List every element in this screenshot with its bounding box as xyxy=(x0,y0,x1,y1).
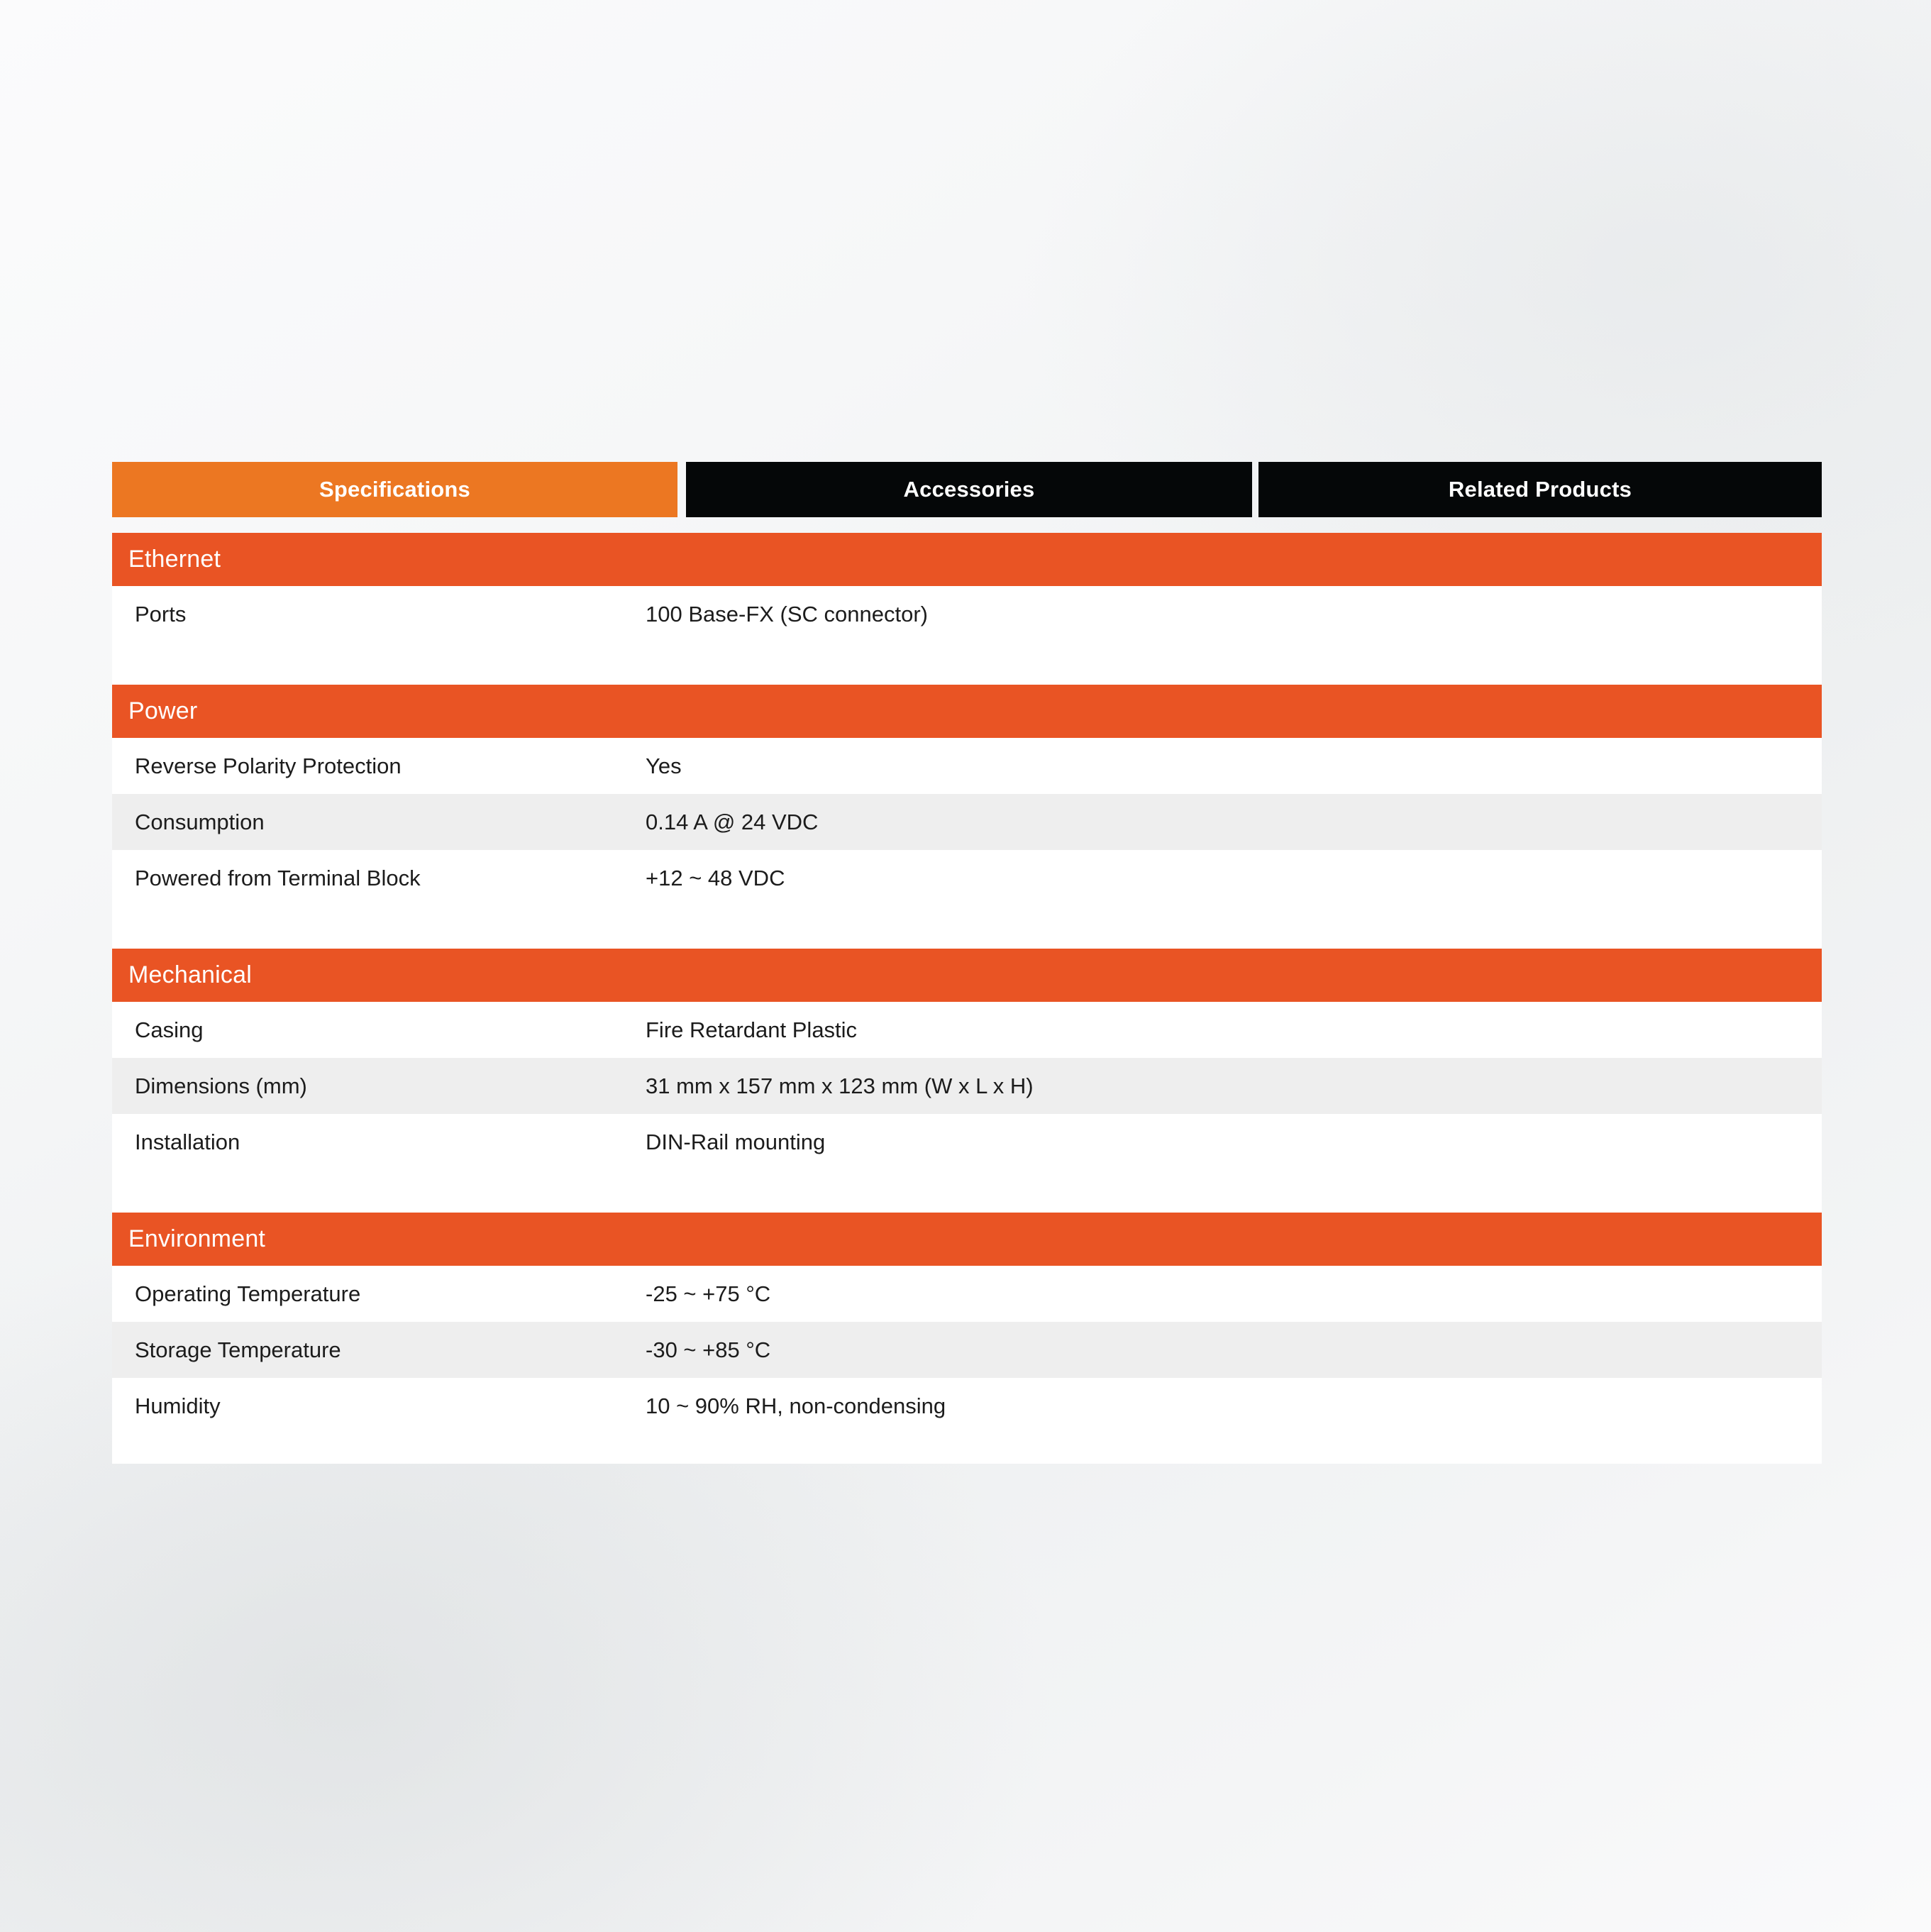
spec-value: DIN-Rail mounting xyxy=(646,1129,826,1154)
section-body-mechanical: Casing Fire Retardant Plastic Dimensions… xyxy=(112,1002,1822,1200)
section-body-ethernet: Ports 100 Base-FX (SC connector) xyxy=(112,586,1822,672)
tab-related-products[interactable]: Related Products xyxy=(1258,462,1822,517)
tab-divider-1 xyxy=(677,462,686,517)
tab-accessories[interactable]: Accessories xyxy=(686,462,1252,517)
spec-value: -30 ~ +85 °C xyxy=(646,1337,771,1362)
spec-label: Installation xyxy=(135,1129,240,1154)
spec-label: Powered from Terminal Block xyxy=(135,865,421,890)
spec-label: Casing xyxy=(135,1017,204,1042)
section-header-ethernet: Ethernet xyxy=(112,533,1822,586)
specifications-table: Ethernet Ports 100 Base-FX (SC connector… xyxy=(112,533,1822,1464)
spec-label: Ports xyxy=(135,601,187,626)
spec-label: Reverse Polarity Protection xyxy=(135,753,402,778)
tab-related-products-label: Related Products xyxy=(1448,477,1632,502)
page-root: Specifications Accessories Related Produ… xyxy=(0,0,1931,1932)
spec-value: Yes xyxy=(646,753,682,778)
table-row: Consumption 0.14 A @ 24 VDC xyxy=(112,794,1822,850)
table-row: Dimensions (mm) 31 mm x 157 mm x 123 mm … xyxy=(112,1058,1822,1114)
spec-value: -25 ~ +75 °C xyxy=(646,1281,771,1306)
section-bottom-pad xyxy=(112,642,1822,672)
section-header-mechanical: Mechanical xyxy=(112,949,1822,1002)
section-header-environment: Environment xyxy=(112,1213,1822,1266)
section-bottom-pad xyxy=(112,1434,1822,1464)
tab-divider-2 xyxy=(1252,462,1258,517)
table-row: Humidity 10 ~ 90% RH, non-condensing xyxy=(112,1378,1822,1434)
spec-label: Dimensions (mm) xyxy=(135,1073,307,1098)
spec-label: Storage Temperature xyxy=(135,1337,341,1362)
section-body-power: Reverse Polarity Protection Yes Consumpt… xyxy=(112,738,1822,936)
spec-label: Consumption xyxy=(135,809,265,834)
section-bottom-pad xyxy=(112,906,1822,936)
spec-value: 100 Base-FX (SC connector) xyxy=(646,601,929,626)
spec-value: 10 ~ 90% RH, non-condensing xyxy=(646,1393,946,1418)
tab-specifications[interactable]: Specifications xyxy=(112,462,677,517)
section-body-environment: Operating Temperature -25 ~ +75 °C Stora… xyxy=(112,1266,1822,1464)
table-row: Reverse Polarity Protection Yes xyxy=(112,738,1822,794)
table-row: Powered from Terminal Block +12 ~ 48 VDC xyxy=(112,850,1822,906)
spec-label: Humidity xyxy=(135,1393,221,1418)
table-row: Ports 100 Base-FX (SC connector) xyxy=(112,586,1822,642)
table-row: Casing Fire Retardant Plastic xyxy=(112,1002,1822,1058)
spec-label: Operating Temperature xyxy=(135,1281,361,1306)
tab-specifications-label: Specifications xyxy=(319,477,470,502)
spec-value: 31 mm x 157 mm x 123 mm (W x L x H) xyxy=(646,1073,1034,1098)
section-header-power: Power xyxy=(112,685,1822,738)
section-bottom-pad xyxy=(112,1170,1822,1200)
table-row: Operating Temperature -25 ~ +75 °C xyxy=(112,1266,1822,1322)
product-tab-bar: Specifications Accessories Related Produ… xyxy=(112,462,1822,517)
spec-value: +12 ~ 48 VDC xyxy=(646,865,785,890)
spec-value: Fire Retardant Plastic xyxy=(646,1017,858,1042)
table-row: Installation DIN-Rail mounting xyxy=(112,1114,1822,1170)
tab-accessories-label: Accessories xyxy=(903,477,1035,502)
table-row: Storage Temperature -30 ~ +85 °C xyxy=(112,1322,1822,1378)
spec-value: 0.14 A @ 24 VDC xyxy=(646,809,819,834)
